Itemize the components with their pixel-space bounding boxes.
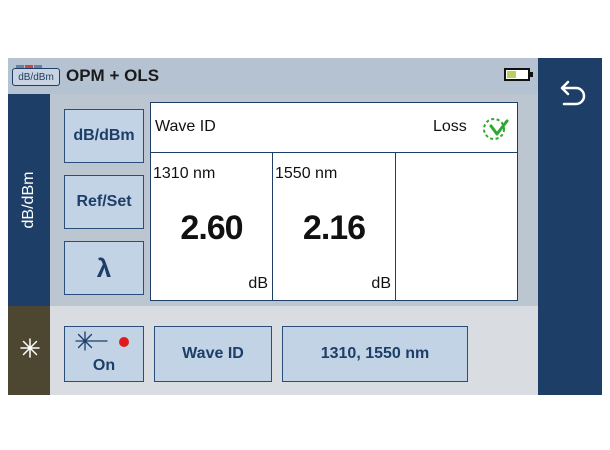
battery-tip <box>530 72 533 77</box>
results-header: Wave ID Loss <box>151 103 517 153</box>
loss-value: 2.60 <box>180 209 243 247</box>
ref-set-button[interactable]: Ref/Set <box>64 175 144 229</box>
tab-units-label: dB/dBm <box>20 171 37 229</box>
loss-unit: dB <box>371 275 391 292</box>
light-source-toggle-button[interactable]: On <box>64 326 144 382</box>
wavelength-label: 1310 nm <box>153 165 216 182</box>
app-title: OPM + OLS <box>66 66 160 85</box>
wave-id-button[interactable]: Wave ID <box>154 326 272 382</box>
back-arrow-icon <box>560 80 586 106</box>
source-state-label: On <box>92 357 116 374</box>
loss-pass-check-icon <box>483 118 509 140</box>
mode-badge: dB/dBm <box>12 65 60 86</box>
loss-label: Loss <box>433 118 467 135</box>
result-cell-1550[interactable]: 1550 nm 2.16 dB <box>273 153 396 300</box>
loss-value: 2.16 <box>302 209 366 247</box>
units-toggle-button[interactable]: dB/dBm <box>64 109 144 163</box>
mode-badge-stripes <box>16 65 42 68</box>
wavelength-lambda-button[interactable]: λ <box>64 241 144 295</box>
wave-id-label: Wave ID <box>155 118 216 135</box>
tab-light-source[interactable] <box>8 306 50 395</box>
bottom-bar: On Wave ID 1310, 1550 nm <box>50 306 538 395</box>
result-cell-empty <box>396 153 517 300</box>
device-screen: dB/dBm OPM + OLS dB/dBm dB/dBm Ref/Set λ… <box>8 58 602 395</box>
loss-unit: dB <box>248 275 268 292</box>
light-source-icon <box>20 338 40 358</box>
back-button[interactable] <box>552 78 588 114</box>
battery-icon <box>504 68 533 81</box>
source-active-indicator <box>119 337 129 347</box>
results-panel: Wave ID Loss 1310 nm 2.60 dB 1550 nm 2.1… <box>150 102 518 301</box>
title-bar: dB/dBm OPM + OLS <box>8 58 538 94</box>
wavelength-label: 1550 nm <box>275 165 338 182</box>
tab-units-dbm[interactable]: dB/dBm <box>8 94 50 306</box>
right-nav-column <box>538 58 602 395</box>
battery-level <box>507 71 516 78</box>
result-cell-1310[interactable]: 1310 nm 2.60 dB <box>151 153 273 300</box>
mode-badge-label: dB/dBm <box>18 72 54 83</box>
wavelength-select-button[interactable]: 1310, 1550 nm <box>282 326 468 382</box>
source-emit-icon <box>75 331 108 351</box>
